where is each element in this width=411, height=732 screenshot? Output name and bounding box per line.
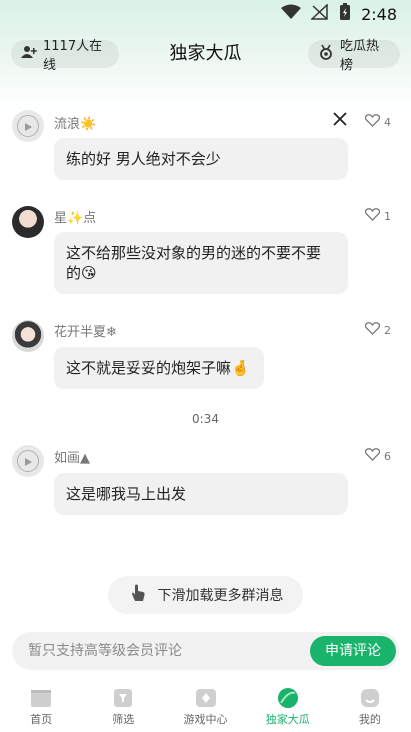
avatar[interactable] [12,110,44,142]
melon-icon [277,687,299,709]
tab-label: 首页 [30,713,53,726]
wifi-icon [281,4,302,24]
message-bubble: 这不就是妥妥的炮架子嘛🤞 [54,347,264,389]
play-icon [23,452,33,471]
comment-bar: 暂只支持高等级会员评论 申请评论 [12,632,399,670]
close-icon[interactable] [333,111,347,130]
avatar[interactable] [12,320,44,352]
like-count: 1 [384,209,391,223]
status-bar: 2:48 [0,0,411,28]
time-separator: 0:34 [192,412,219,426]
battery-icon [339,3,351,25]
like-button[interactable]: 6 [364,448,391,464]
avatar[interactable] [12,445,44,477]
clapper-icon [30,687,52,709]
apply-comment-button[interactable]: 申请评论 [310,636,396,666]
no-signal-icon [310,3,329,24]
medal-icon [318,44,334,64]
heart-icon [364,322,381,338]
load-more-label: 下滑加载更多群消息 [157,588,284,604]
nickname: 如画▲ [54,451,90,466]
tab-label: 我的 [358,713,381,726]
tab-profile[interactable]: 我的 [329,682,411,732]
load-more-button[interactable]: 下滑加载更多群消息 [108,576,303,614]
message-bubble: 练的好 男人绝对不会少 [54,138,348,180]
nickname: 花开半夏❄ [54,325,117,340]
tab-label: 游戏中心 [183,713,228,726]
hot-list-button[interactable]: 吃瓜热榜 [308,39,400,73]
heart-icon [364,114,381,130]
tab-game-center[interactable]: 游戏中心 [164,682,246,732]
heart-icon [364,448,381,464]
tab-exclusive-melon[interactable]: 独家大瓜 [247,682,329,732]
like-count: 4 [384,115,391,129]
tab-label: 筛选 [112,713,135,726]
bottom-tab-bar: 首页 筛选 游戏中心 独家大瓜 我的 [0,682,411,732]
message-bubble: 这是哪我马上出发 [54,473,348,515]
play-icon [23,117,33,136]
filter-icon [112,687,134,709]
header: 1117人在线 独家大瓜 吃瓜热榜 [0,38,411,73]
like-button[interactable]: 1 [364,208,391,224]
hand-swipe-icon [128,583,148,607]
nickname: 星✨点 [54,211,97,226]
avatar[interactable] [12,206,44,238]
like-button[interactable]: 2 [364,322,391,338]
like-count: 2 [384,323,391,337]
comment-input[interactable]: 暂只支持高等级会员评论 [28,632,182,670]
hot-list-label: 吃瓜热榜 [340,39,380,73]
tab-label: 独家大瓜 [265,713,310,726]
message-text-line: 这不给那些没对象的男的迷的不要不要 [66,244,322,262]
nickname: 流浪☀️ [54,117,97,132]
game-icon [195,687,217,709]
status-time: 2:48 [361,4,397,24]
heart-icon [364,208,381,224]
message-text-line: 的😘 [66,264,97,282]
tab-filter[interactable]: 筛选 [82,682,164,732]
like-count: 6 [384,449,391,463]
like-button[interactable]: 4 [364,114,391,130]
message-bubble: 这不给那些没对象的男的迷的不要不要 的😘 [54,232,348,294]
tab-home[interactable]: 首页 [0,682,82,732]
profile-icon [359,687,381,709]
